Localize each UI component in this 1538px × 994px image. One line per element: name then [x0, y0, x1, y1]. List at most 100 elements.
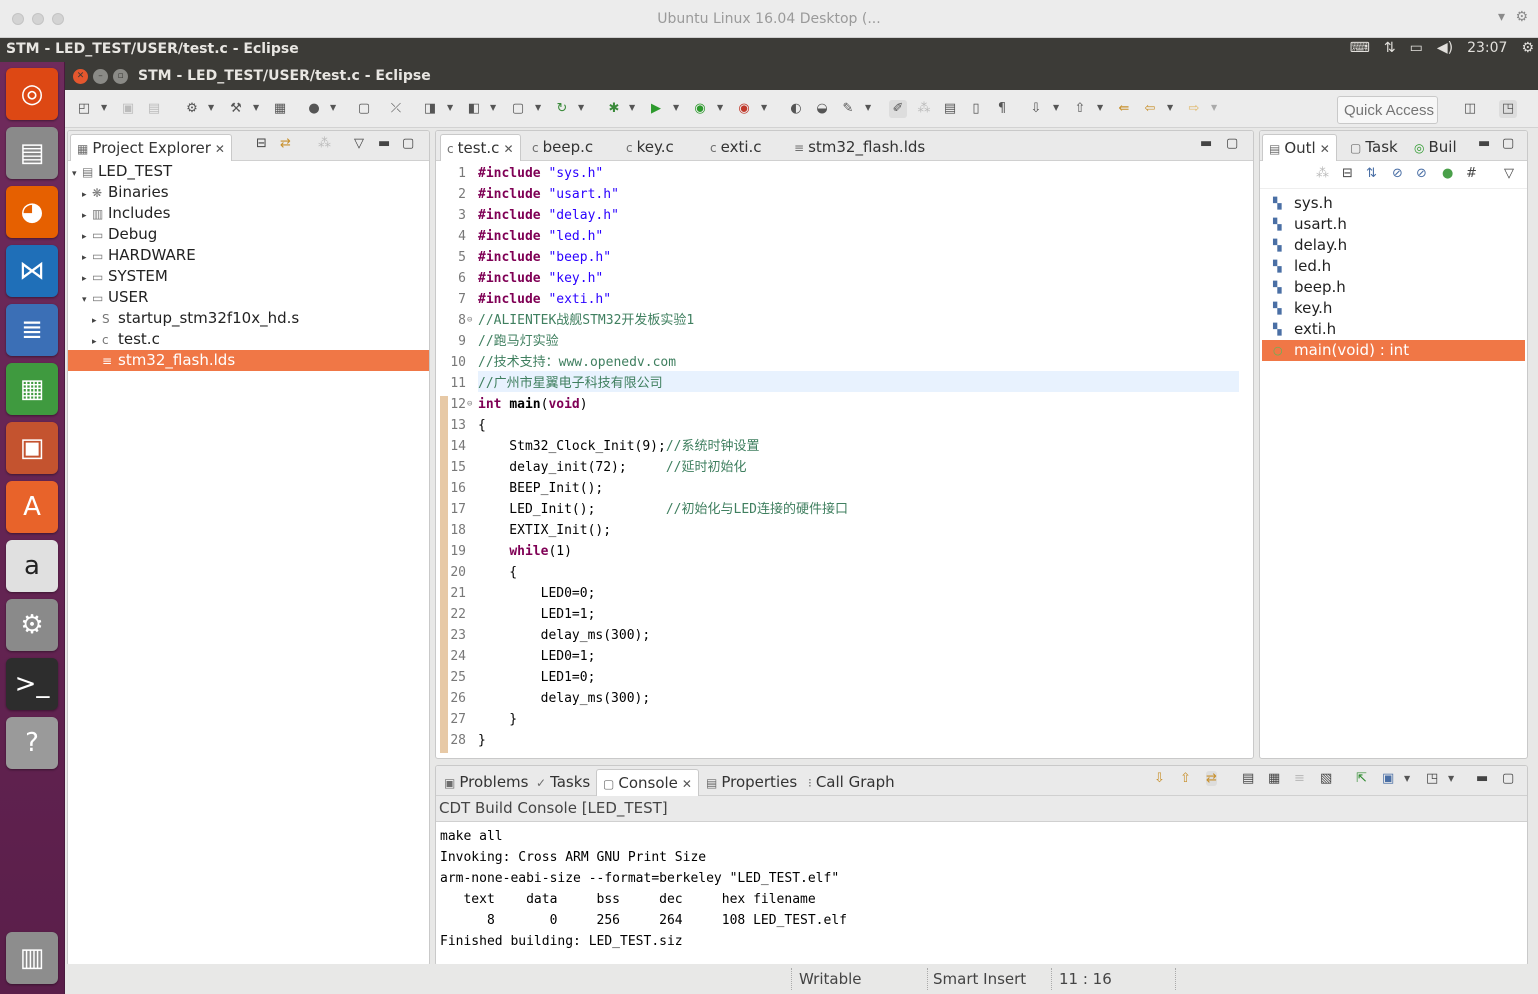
code-line[interactable]: 13 { — [436, 415, 1239, 436]
code-line[interactable]: 24 LED0=1; — [436, 646, 1239, 667]
fold-toggle-icon[interactable]: ⊖ — [467, 310, 472, 331]
word-wrap-icon[interactable]: ▯ — [967, 100, 985, 118]
code-line[interactable]: 3 #include "delay.h" — [436, 205, 1239, 226]
build-config-icon[interactable]: ⚙ — [183, 100, 201, 118]
hide-macros-icon[interactable]: # — [1466, 166, 1477, 181]
display-console-icon[interactable]: ▣ — [1382, 771, 1394, 786]
battery-icon[interactable]: ▭ — [1410, 40, 1423, 56]
close-icon[interactable]: ✕ — [215, 142, 225, 156]
forward-dropdown-icon[interactable]: ▼ — [1211, 103, 1217, 112]
ubuntu-dash-icon[interactable]: ◎ — [6, 68, 58, 120]
build-config-dropdown-icon[interactable]: ▼ — [208, 103, 214, 112]
collapse-all-icon[interactable]: ⊟ — [256, 136, 267, 151]
code-line[interactable]: 19 while(1) — [436, 541, 1239, 562]
fold-toggle-icon[interactable]: ⊖ — [467, 394, 472, 415]
tab-task[interactable]: ▢ Task — [1344, 134, 1404, 161]
expand-arrow-icon[interactable]: ▾ — [82, 290, 92, 311]
code-line[interactable]: 6 #include "key.h" — [436, 268, 1239, 289]
outline-filter-icon[interactable]: ⁂ — [1316, 166, 1329, 181]
build-hammer-icon[interactable]: ⚒ — [227, 100, 245, 118]
maximize-window-button[interactable]: ▫ — [113, 69, 128, 84]
filter-icon[interactable]: ⁂ — [318, 136, 331, 151]
console-maximize-icon[interactable]: ▢ — [1502, 771, 1514, 786]
hide-nonpublic-icon[interactable]: ● — [1442, 166, 1453, 181]
outline-item[interactable]: ▚ led.h — [1262, 256, 1525, 277]
code-line[interactable]: 15 delay_init(72); //延时初始化 — [436, 457, 1239, 478]
clear-console-icon[interactable]: ▧ — [1320, 771, 1332, 786]
code-line[interactable]: 1 #include "sys.h" — [436, 163, 1239, 184]
code-line[interactable]: 8 ⊖ //ALIENTEK战舰STM32开发板实验1 — [436, 310, 1239, 331]
copy-console-icon[interactable]: ▤ — [1242, 771, 1254, 786]
impress-icon[interactable]: ▣ — [6, 422, 58, 474]
next-annotation-icon[interactable]: ⇩ — [1027, 100, 1045, 118]
skip-breakpoints-icon[interactable]: ⤫ — [387, 100, 405, 118]
c-perspective-icon[interactable]: ◳ — [1499, 100, 1517, 118]
code-line[interactable]: 2 #include "usart.h" — [436, 184, 1239, 205]
code-line[interactable]: 28} — [436, 730, 1239, 751]
run-config-dropdown-icon[interactable]: ▼ — [717, 103, 723, 112]
tab-key-c[interactable]: c key.c — [620, 134, 680, 161]
tab-stm32_flash-lds[interactable]: ≡ stm32_flash.lds — [788, 134, 931, 161]
run-icon[interactable]: ▶ — [647, 100, 665, 118]
block-selection-icon[interactable]: ⁂ — [915, 100, 933, 118]
code-line[interactable]: 22 LED1=1; — [436, 604, 1239, 625]
keyboard-icon[interactable]: ⌨ — [1350, 40, 1370, 56]
external-tools-dropdown-icon[interactable]: ▼ — [761, 103, 767, 112]
close-icon[interactable]: ✕ — [1320, 142, 1330, 156]
help-icon[interactable]: ? — [6, 717, 58, 769]
new-folder-icon[interactable]: ◧ — [465, 100, 483, 118]
volume-icon[interactable]: ◀) — [1437, 40, 1453, 56]
code-line[interactable]: 14 Stm32_Clock_Init(9);//系统时钟设置 — [436, 436, 1239, 457]
hide-static-icon[interactable]: ⊘ — [1416, 166, 1427, 181]
tab-console[interactable]: ▢ Console ✕ — [596, 769, 699, 796]
code-line[interactable]: 7 #include "exti.h" — [436, 289, 1239, 310]
new-dropdown-icon[interactable]: ▼ — [101, 103, 107, 112]
code-line[interactable]: 4 #include "led.h" — [436, 226, 1239, 247]
tab-exti-c[interactable]: c exti.c — [704, 134, 768, 161]
pin-console-icon[interactable]: ⇱ — [1356, 771, 1367, 786]
hide-fields-icon[interactable]: ⊘ — [1392, 166, 1403, 181]
code-line[interactable]: 18 EXTIX_Init(); — [436, 520, 1239, 541]
outline-item[interactable]: ▚ delay.h — [1262, 235, 1525, 256]
show-whitespace-icon[interactable]: ▤ — [941, 100, 959, 118]
tree-item[interactable]: ▸ Sstartup_stm32f10x_hd.s — [92, 308, 299, 329]
scroll-lock-icon[interactable]: ▦ — [1268, 771, 1280, 786]
network-icon[interactable]: ⇅ — [1384, 40, 1396, 56]
open-perspective-icon[interactable]: ◫ — [1461, 100, 1479, 118]
code-line[interactable]: 23 delay_ms(300); — [436, 625, 1239, 646]
editor-minimize-icon[interactable]: ▬ — [1200, 136, 1212, 151]
firefox-icon[interactable]: ◕ — [6, 186, 58, 238]
code-line[interactable]: 27 } — [436, 709, 1239, 730]
terminal-view-icon[interactable]: ▢ — [355, 100, 373, 118]
sort-az-icon[interactable]: ⇅ — [1366, 166, 1377, 181]
outline-collapse-icon[interactable]: ⊟ — [1342, 166, 1353, 181]
tab-beep-c[interactable]: c beep.c — [526, 134, 599, 161]
debug-dropdown-icon[interactable]: ▼ — [629, 103, 635, 112]
forward-icon[interactable]: ⇨ — [1185, 100, 1203, 118]
outline-item[interactable]: ▚ usart.h — [1262, 214, 1525, 235]
new-class-dropdown-icon[interactable]: ▼ — [447, 103, 453, 112]
tab-outl[interactable]: ▤ Outl ✕ — [1262, 134, 1337, 161]
new-file-icon[interactable]: ▢ — [509, 100, 527, 118]
tree-item[interactable]: ▸ ▭ HARDWARE — [82, 245, 196, 266]
tree-item[interactable]: ≡ stm32_flash.lds — [68, 350, 429, 371]
files-icon[interactable]: ▤ — [6, 127, 58, 179]
tab-tasks[interactable]: ✓ Tasks — [530, 769, 596, 796]
code-line[interactable]: 16 BEEP_Init(); — [436, 478, 1239, 499]
clock[interactable]: 23:07 — [1467, 40, 1507, 56]
chevron-down-icon[interactable]: ▾ — [1498, 9, 1505, 25]
tree-item[interactable]: ▸ ▥ Includes — [82, 203, 170, 224]
tree-item[interactable]: ▾ ▭ USER — [82, 287, 148, 308]
view-menu-icon[interactable]: ▽ — [354, 136, 364, 151]
tab-project-explorer[interactable]: ▦ Project Explorer ✕ — [70, 134, 232, 161]
tree-item[interactable]: ▾ ▤ LED_TEST — [72, 161, 172, 182]
refresh-dropdown-icon[interactable]: ▼ — [578, 103, 584, 112]
display-console-dropdown-icon[interactable]: ▼ — [1404, 774, 1410, 783]
outline-item[interactable]: ○ main(void) : int — [1262, 340, 1525, 361]
editor-maximize-icon[interactable]: ▢ — [1226, 136, 1238, 151]
new-file-dropdown-icon[interactable]: ▼ — [535, 103, 541, 112]
open-type-icon[interactable]: ◐ — [787, 100, 805, 118]
debug-avatar-dropdown-icon[interactable]: ▼ — [330, 103, 336, 112]
open-console-icon[interactable]: ◳ — [1426, 771, 1438, 786]
back-icon[interactable]: ⇦ — [1141, 100, 1159, 118]
